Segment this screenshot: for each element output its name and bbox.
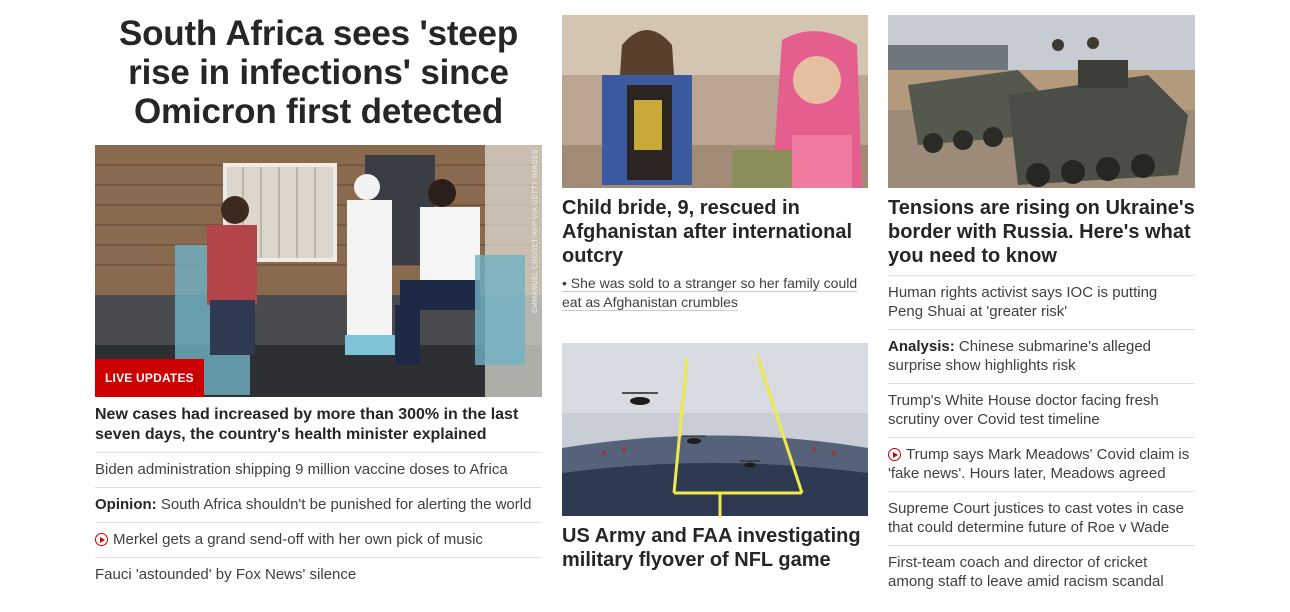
list-item[interactable]: Fauci 'astounded' by Fox News' silence [95,557,542,592]
ukraine-headline-link[interactable]: Tensions are rising on Ukraine's border … [888,197,1195,267]
list-item[interactable]: Supreme Court justices to cast votes in … [888,491,1195,545]
middle-column: Child bride, 9, rescued in Afghanistan a… [562,0,868,572]
live-updates-badge[interactable]: LIVE UPDATES [95,359,204,397]
child-bride-bullet[interactable]: • She was sold to a stranger so her fami… [562,275,858,311]
list-item-link[interactable]: Supreme Court justices to cast votes in … [888,500,1184,536]
lead-column: South Africa sees 'steep rise in infecti… [95,0,542,592]
list-item[interactable]: Analysis: Chinese submarine's alleged su… [888,329,1195,383]
analysis-label: Analysis: [888,338,955,355]
list-item[interactable]: Human rights activist says IOC is puttin… [888,275,1195,329]
right-column: Tensions are rising on Ukraine's border … [888,0,1195,599]
list-item-link[interactable]: South Africa shouldn't be punished for a… [157,496,532,513]
child-bride-headline-link[interactable]: Child bride, 9, rescued in Afghanistan a… [562,197,852,267]
stadium-flyover-image [562,343,868,516]
list-item[interactable]: Trump says Mark Meadows' Covid claim is … [888,437,1195,491]
list-item-link[interactable]: First-team coach and director of cricket… [888,554,1164,590]
list-item-link[interactable]: Trump's White House doctor facing fresh … [888,392,1159,428]
armored-vehicles-image [888,15,1195,188]
lead-related-list: Biden administration shipping 9 million … [95,452,542,592]
list-item[interactable]: Merkel gets a grand send-off with her ow… [95,522,542,557]
flyover-headline[interactable]: US Army and FAA investigating military f… [562,524,868,572]
lead-summary-link[interactable]: New cases had increased by more than 300… [95,406,518,443]
children-image [562,15,868,188]
ukraine-headline[interactable]: Tensions are rising on Ukraine's border … [888,196,1195,268]
list-item-link[interactable]: Biden administration shipping 9 million … [95,461,508,478]
play-video-icon [888,448,901,461]
lead-photo[interactable]: EMMANUEL CROSET/AFP VIA GETTY IMAGES LIV… [95,145,542,397]
list-item[interactable]: Opinion: South Africa shouldn't be punis… [95,487,542,522]
child-bride-headline[interactable]: Child bride, 9, rescued in Afghanistan a… [562,196,868,268]
main-headline-link[interactable]: South Africa sees 'steep rise in infecti… [119,14,518,131]
list-item[interactable]: First-team coach and director of cricket… [888,545,1195,599]
play-video-icon [95,533,108,546]
flyover-headline-link[interactable]: US Army and FAA investigating military f… [562,525,861,571]
list-item-link[interactable]: Human rights activist says IOC is puttin… [888,284,1157,320]
child-bride-photo[interactable] [562,15,868,188]
main-headline[interactable]: South Africa sees 'steep rise in infecti… [95,14,542,131]
opinion-label: Opinion: [95,496,157,513]
lead-summary[interactable]: New cases had increased by more than 300… [95,405,542,445]
right-related-list: Human rights activist says IOC is puttin… [888,275,1195,599]
ukraine-photo[interactable] [888,15,1195,188]
list-item-link[interactable]: Merkel gets a grand send-off with her ow… [113,531,483,548]
list-item-link[interactable]: Trump says Mark Meadows' Covid claim is … [888,446,1189,482]
list-item[interactable]: Trump's White House doctor facing fresh … [888,383,1195,437]
list-item-link[interactable]: Fauci 'astounded' by Fox News' silence [95,566,356,583]
list-item[interactable]: Biden administration shipping 9 million … [95,452,542,487]
flyover-photo[interactable] [562,343,868,516]
photo-credit: EMMANUEL CROSET/AFP VIA GETTY IMAGES [532,149,539,313]
